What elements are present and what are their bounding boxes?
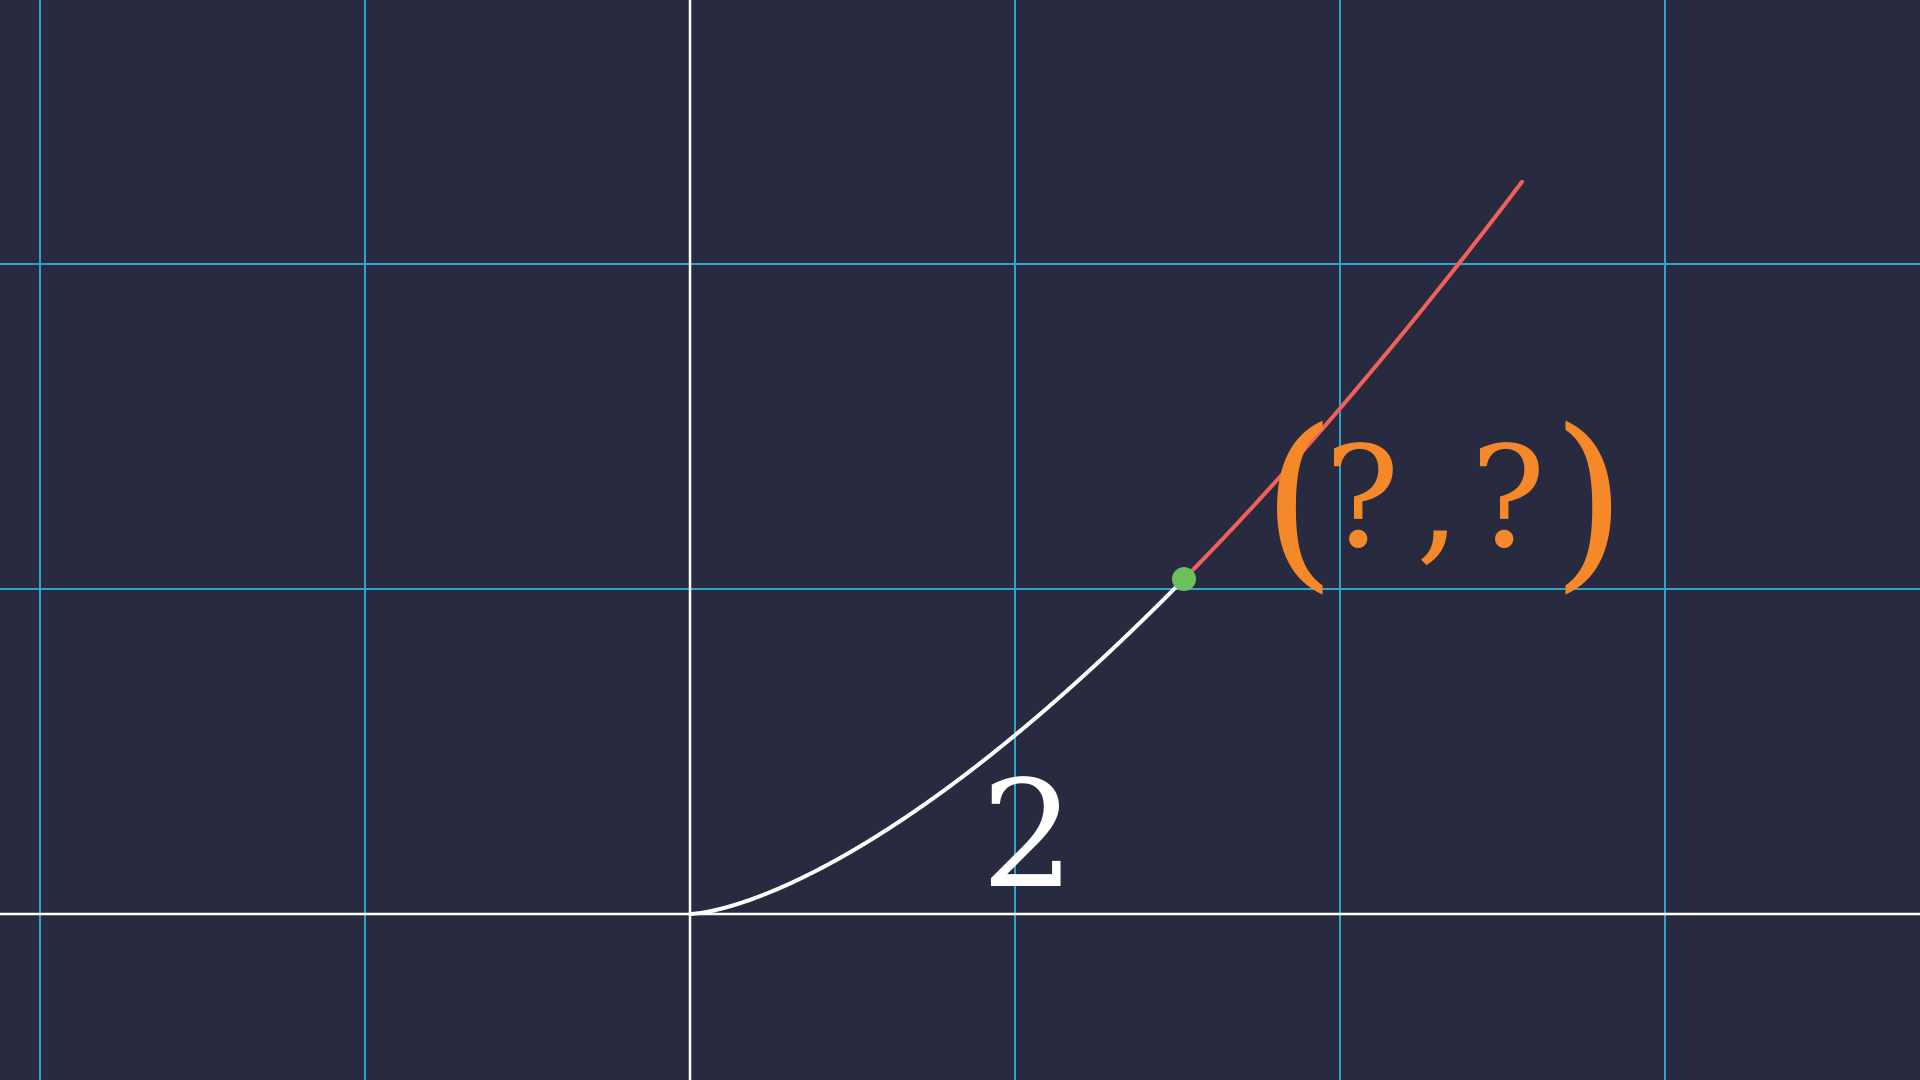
moving-point[interactable] — [1172, 567, 1196, 592]
coord-close-paren: ) — [1552, 389, 1626, 610]
graph-canvas: 2 ( ? , ? ) — [0, 0, 1920, 1080]
background — [0, 0, 1920, 1080]
arc-length-label: 2 — [981, 749, 1075, 921]
coordinate-label: ( ? , ? ) — [1262, 389, 1626, 610]
coord-y-value: ? — [1470, 417, 1545, 580]
coord-separator: , — [1416, 417, 1461, 580]
coord-x-value: ? — [1324, 417, 1399, 580]
